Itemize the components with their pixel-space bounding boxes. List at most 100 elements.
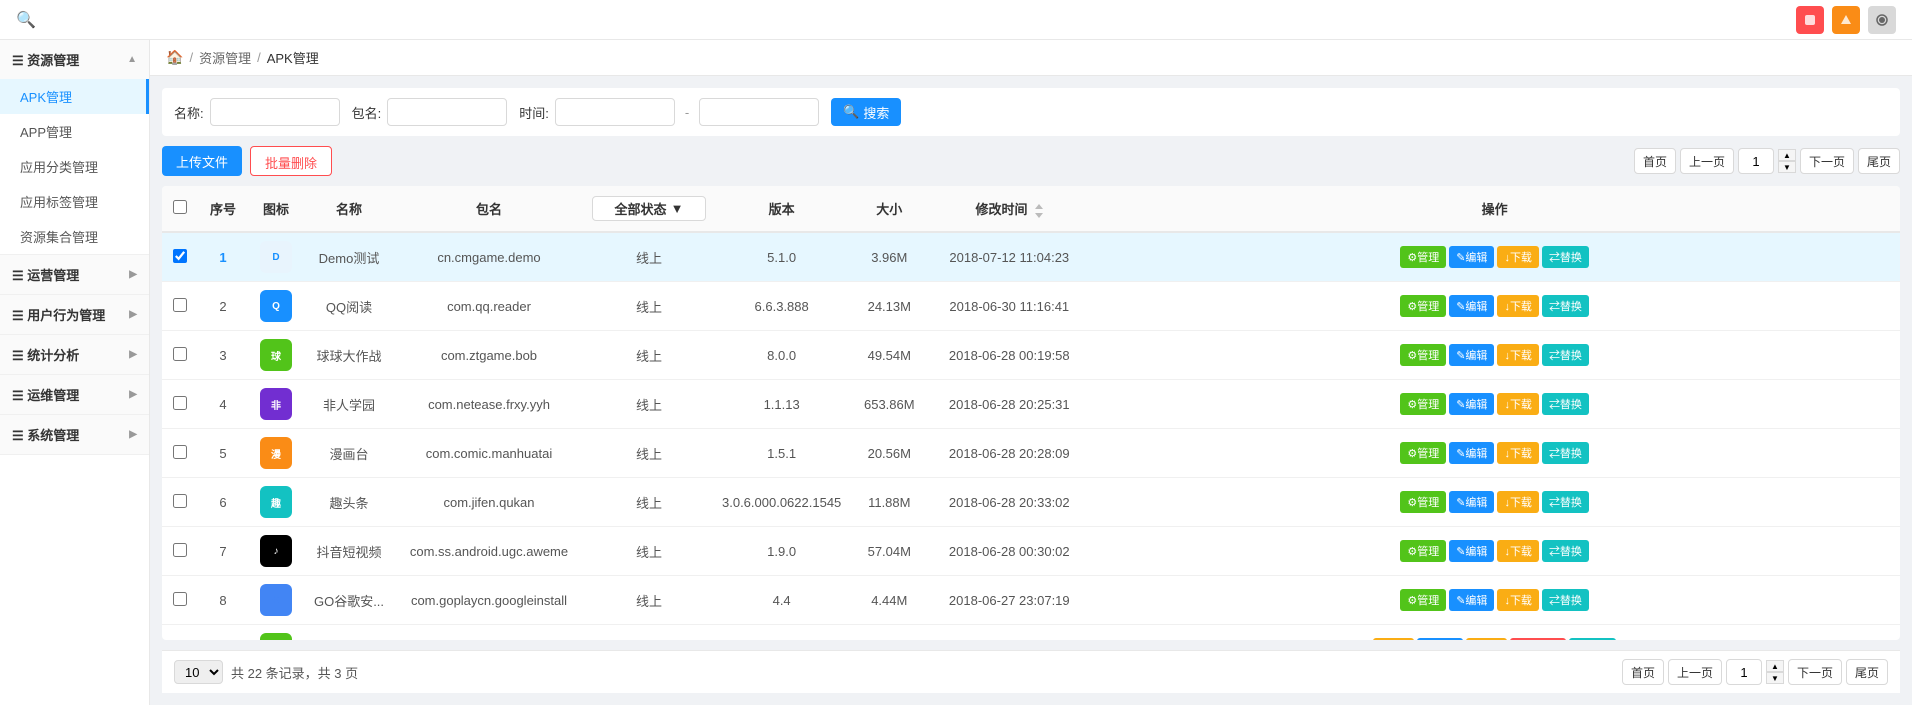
- row-checkbox-5[interactable]: [173, 445, 187, 459]
- btn-download-2[interactable]: ↓下载: [1497, 295, 1539, 317]
- page-content: 名称: 包名: 时间: - 🔍 搜索: [150, 76, 1912, 705]
- btn-edit-2[interactable]: ✎编辑: [1449, 295, 1494, 317]
- btn-edit-9[interactable]: ✎编辑: [1417, 638, 1462, 640]
- sidebar-item-app[interactable]: APP管理: [0, 114, 149, 149]
- page-up-arrow-bottom[interactable]: ▲: [1766, 660, 1784, 672]
- btn-download-5[interactable]: ↓下载: [1497, 442, 1539, 464]
- first-page-bottom[interactable]: 首页: [1622, 659, 1664, 685]
- upload-button[interactable]: 上传文件: [162, 146, 242, 176]
- btn-download-3[interactable]: ↓下载: [1497, 344, 1539, 366]
- sidebar-item-apk[interactable]: APK管理: [0, 79, 149, 114]
- btn-download-1[interactable]: ↓下载: [1497, 246, 1539, 268]
- page-up-arrow[interactable]: ▲: [1778, 149, 1796, 161]
- sidebar: ☰ 资源管理 ▲ APK管理 APP管理 应用分类管理 应用标签管理 资源集合管…: [0, 40, 150, 705]
- app-icon-1: D: [260, 241, 292, 273]
- sidebar-header-behavior[interactable]: ☰ 用户行为管理 ▶: [0, 295, 149, 334]
- prev-page-top[interactable]: 上一页: [1680, 148, 1734, 174]
- cell-name: 非人学园: [304, 380, 394, 429]
- btn-edit-5[interactable]: ✎编辑: [1449, 442, 1494, 464]
- name-input[interactable]: [210, 98, 340, 126]
- row-checkbox-6[interactable]: [173, 494, 187, 508]
- btn-manage-7[interactable]: ⚙管理: [1400, 540, 1446, 562]
- page-number-bottom[interactable]: [1726, 659, 1762, 685]
- page-down-arrow-bottom[interactable]: ▼: [1766, 672, 1784, 684]
- page-number-top[interactable]: [1738, 148, 1774, 174]
- sidebar-header-stats[interactable]: ☰ 统计分析 ▶: [0, 335, 149, 374]
- time-from-input[interactable]: [555, 98, 675, 126]
- row-checkbox-3[interactable]: [173, 347, 187, 361]
- search-button[interactable]: 🔍 搜索: [831, 98, 901, 126]
- btn-manage-8[interactable]: ⚙管理: [1400, 589, 1446, 611]
- sidebar-item-tags[interactable]: 应用标签管理: [0, 184, 149, 219]
- cell-name: 漫画台: [304, 429, 394, 478]
- settings-icon[interactable]: [1868, 6, 1896, 34]
- btn-edit-1[interactable]: ✎编辑: [1449, 246, 1494, 268]
- btn-download-9[interactable]: ↓下载: [1466, 638, 1508, 640]
- time-to-input[interactable]: [699, 98, 819, 126]
- btn-manage-5[interactable]: ⚙管理: [1400, 442, 1446, 464]
- btn-replace-5[interactable]: ⇄替换: [1542, 442, 1589, 464]
- last-page-bottom[interactable]: 尾页: [1846, 659, 1888, 685]
- name-label: 名称:: [174, 103, 204, 122]
- cell-name: 球球大作战: [304, 331, 394, 380]
- cell-version: 1.1.13: [714, 380, 849, 429]
- btn-replace-7[interactable]: ⇄替换: [1542, 540, 1589, 562]
- btn-online-9[interactable]: ↑上线: [1373, 638, 1415, 640]
- status-filter-dropdown[interactable]: 全部状态 ▼: [592, 196, 706, 221]
- warning-icon[interactable]: [1832, 6, 1860, 34]
- select-all-checkbox[interactable]: [173, 200, 187, 214]
- btn-edit-3[interactable]: ✎编辑: [1449, 344, 1494, 366]
- btn-manage-3[interactable]: ⚙管理: [1400, 344, 1446, 366]
- row-checkbox-2[interactable]: [173, 298, 187, 312]
- home-icon[interactable]: 🏠: [166, 49, 183, 66]
- btn-edit-6[interactable]: ✎编辑: [1449, 491, 1494, 513]
- sidebar-section-resource: ☰ 资源管理 ▲ APK管理 APP管理 应用分类管理 应用标签管理 资源集合管…: [0, 40, 149, 255]
- btn-edit-4[interactable]: ✎编辑: [1449, 393, 1494, 415]
- btn-replace-4[interactable]: ⇄替换: [1542, 393, 1589, 415]
- first-page-top[interactable]: 首页: [1634, 148, 1676, 174]
- last-page-top[interactable]: 尾页: [1858, 148, 1900, 174]
- search-icon[interactable]: 🔍: [16, 10, 36, 30]
- btn-download-7[interactable]: ↓下载: [1497, 540, 1539, 562]
- batch-delete-button[interactable]: 批量删除: [250, 146, 332, 176]
- btn-download-4[interactable]: ↓下载: [1497, 393, 1539, 415]
- btn-autodel-9[interactable]: ✕自删除: [1510, 638, 1566, 640]
- sidebar-item-category[interactable]: 应用分类管理: [0, 149, 149, 184]
- breadcrumb-resource[interactable]: 资源管理: [199, 48, 251, 67]
- next-page-bottom[interactable]: 下一页: [1788, 659, 1842, 685]
- btn-manage-6[interactable]: ⚙管理: [1400, 491, 1446, 513]
- cell-size: 49.54M: [849, 331, 929, 380]
- btn-download-6[interactable]: ↓下载: [1497, 491, 1539, 513]
- cell-package: com.ztgame.bob: [394, 331, 584, 380]
- btn-replace-8[interactable]: ⇄替换: [1542, 589, 1589, 611]
- row-checkbox-7[interactable]: [173, 543, 187, 557]
- sidebar-item-collection[interactable]: 资源集合管理: [0, 219, 149, 254]
- btn-manage-4[interactable]: ⚙管理: [1400, 393, 1446, 415]
- per-page-select[interactable]: 10 20 50: [174, 660, 223, 684]
- cell-seq: 2: [198, 282, 248, 331]
- btn-replace-6[interactable]: ⇄替换: [1542, 491, 1589, 513]
- btn-replace-3[interactable]: ⇄替换: [1542, 344, 1589, 366]
- sidebar-header-ops[interactable]: ☰ 运营管理 ▶: [0, 255, 149, 294]
- btn-replace-2[interactable]: ⇄替换: [1542, 295, 1589, 317]
- btn-replace-1[interactable]: ⇄替换: [1542, 246, 1589, 268]
- row-checkbox-4[interactable]: [173, 396, 187, 410]
- prev-page-bottom[interactable]: 上一页: [1668, 659, 1722, 685]
- notification-icon[interactable]: [1796, 6, 1824, 34]
- btn-download-8[interactable]: ↓下载: [1497, 589, 1539, 611]
- sidebar-header-resource[interactable]: ☰ 资源管理 ▲: [0, 40, 149, 79]
- row-checkbox-1[interactable]: [173, 249, 187, 263]
- btn-replace-9[interactable]: ⇄替换: [1569, 638, 1616, 640]
- btn-edit-7[interactable]: ✎编辑: [1449, 540, 1494, 562]
- cell-icon: 趣: [248, 478, 304, 527]
- row-checkbox-8[interactable]: [173, 592, 187, 606]
- sidebar-header-system[interactable]: ☰ 系统管理 ▶: [0, 415, 149, 454]
- package-input[interactable]: [387, 98, 507, 126]
- btn-manage-1[interactable]: ⚙管理: [1400, 246, 1446, 268]
- page-down-arrow[interactable]: ▼: [1778, 161, 1796, 173]
- breadcrumb-sep1: /: [189, 50, 193, 65]
- btn-manage-2[interactable]: ⚙管理: [1400, 295, 1446, 317]
- next-page-top[interactable]: 下一页: [1800, 148, 1854, 174]
- sidebar-header-maintenance[interactable]: ☰ 运维管理 ▶: [0, 375, 149, 414]
- btn-edit-8[interactable]: ✎编辑: [1449, 589, 1494, 611]
